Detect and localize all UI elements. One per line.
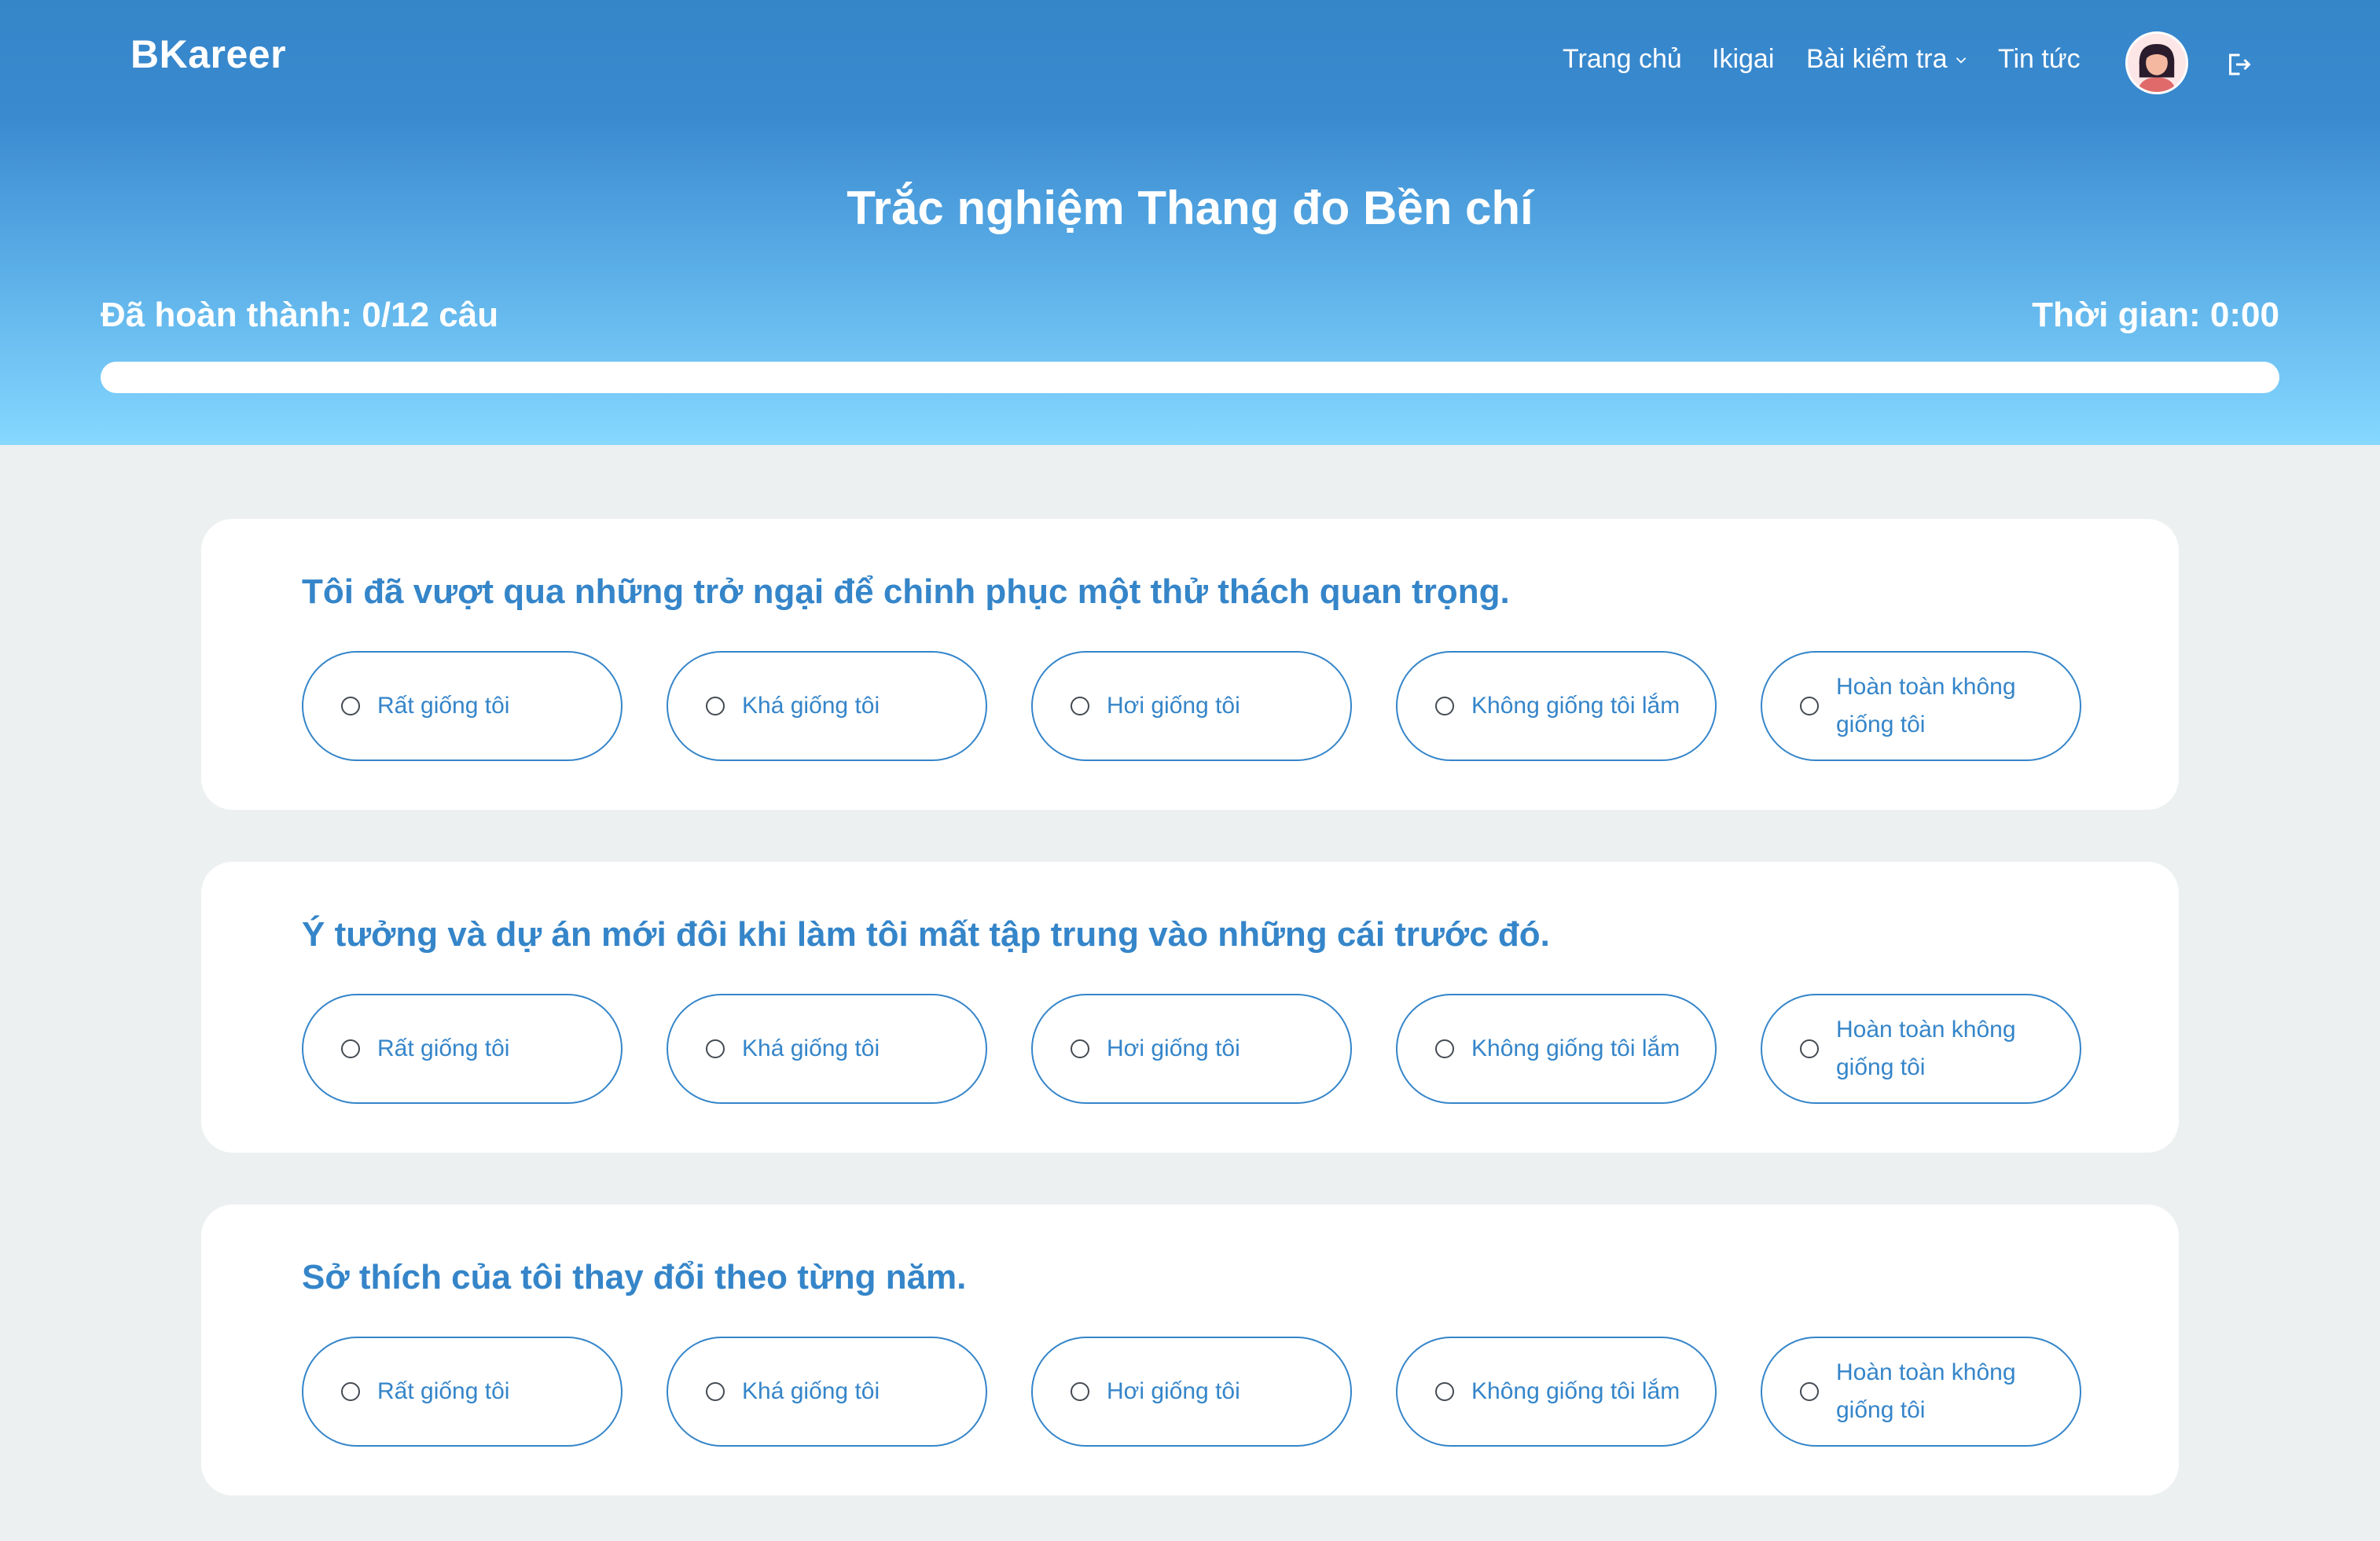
logout-icon[interactable] (2224, 50, 2253, 79)
radio-icon (706, 1382, 725, 1401)
nav-home-label: Trang chủ (1563, 44, 1682, 74)
question-text: Ý tưởng và dự án mới đôi khi làm tôi mất… (302, 915, 1550, 954)
radio-icon (1800, 1039, 1819, 1058)
option-label: Rất giống tôi (377, 693, 510, 719)
option-label: Khá giống tôi (742, 1035, 880, 1061)
question-card-1: Tôi đã vượt qua những trở ngại để chinh … (201, 519, 2179, 810)
radio-icon (341, 1382, 360, 1401)
nav-ikigai[interactable]: Ikigai (1712, 44, 1774, 75)
option-very-like-me[interactable]: Rất giống tôi (302, 651, 623, 761)
option-somewhat-like-me[interactable]: Hơi giống tôi (1031, 994, 1352, 1104)
question-card-3: Sở thích của tôi thay đổi theo từng năm.… (201, 1204, 2179, 1495)
radio-icon (706, 697, 725, 715)
option-label: Không giống tôi lắm (1471, 1035, 1680, 1061)
radio-icon (706, 1039, 725, 1058)
option-quite-like-me[interactable]: Khá giống tôi (667, 651, 987, 761)
radio-icon (1435, 1039, 1454, 1058)
hero-banner: BKareer Trang chủ Ikigai Bài kiểm tra Ti… (0, 0, 2380, 445)
option-not-much-like-me[interactable]: Không giống tôi lắm (1396, 1337, 1717, 1447)
radio-icon (1800, 1382, 1819, 1401)
option-label: Khá giống tôi (742, 1378, 880, 1404)
question-card-2: Ý tưởng và dự án mới đôi khi làm tôi mất… (201, 862, 2179, 1153)
nav-ikigai-label: Ikigai (1712, 44, 1775, 74)
option-not-like-me-at-all[interactable]: Hoàn toàn không giống tôi (1761, 1337, 2081, 1447)
timer: Thời gian: 0:00 (2032, 296, 2279, 334)
option-not-like-me-at-all[interactable]: Hoàn toàn không giống tôi (1761, 994, 2081, 1104)
radio-icon (341, 1039, 360, 1058)
option-label: Rất giống tôi (377, 1035, 510, 1061)
radio-icon (1435, 1382, 1454, 1401)
page-title: Trắc nghiệm Thang đo Bền chí (847, 182, 1533, 234)
option-very-like-me[interactable]: Rất giống tôi (302, 994, 623, 1104)
option-somewhat-like-me[interactable]: Hơi giống tôi (1031, 651, 1352, 761)
nav-tests-label: Bài kiểm tra (1806, 44, 1948, 74)
option-quite-like-me[interactable]: Khá giống tôi (667, 1337, 987, 1447)
avatar[interactable] (2125, 31, 2188, 94)
option-not-much-like-me[interactable]: Không giống tôi lắm (1396, 994, 1717, 1104)
user-avatar-icon (2128, 34, 2186, 92)
nav-home[interactable]: Trang chủ (1563, 44, 1682, 75)
progress-bar (101, 362, 2279, 393)
option-very-like-me[interactable]: Rất giống tôi (302, 1337, 623, 1447)
option-label: Không giống tôi lắm (1471, 1378, 1680, 1404)
logo[interactable]: BKareer (130, 31, 286, 77)
option-label: Hoàn toàn không giống tôi (1836, 674, 2016, 737)
radio-icon (1435, 697, 1454, 715)
option-somewhat-like-me[interactable]: Hơi giống tôi (1031, 1337, 1352, 1447)
option-label: Rất giống tôi (377, 1378, 510, 1404)
option-label: Hoàn toàn không giống tôi (1836, 1359, 2016, 1423)
radio-icon (341, 697, 360, 715)
question-text: Tôi đã vượt qua những trở ngại để chinh … (302, 572, 1510, 611)
chevron-down-icon (1956, 57, 1966, 64)
option-label: Hơi giống tôi (1107, 693, 1240, 719)
nav-news[interactable]: Tin tức (1998, 44, 2081, 75)
option-label: Hoàn toàn không giống tôi (1836, 1017, 2016, 1080)
nav-news-label: Tin tức (1998, 44, 2081, 74)
radio-icon (1071, 697, 1089, 715)
progress-label: Đã hoàn thành: 0/12 câu (101, 296, 499, 334)
option-not-like-me-at-all[interactable]: Hoàn toàn không giống tôi (1761, 651, 2081, 761)
option-label: Không giống tôi lắm (1471, 693, 1680, 719)
radio-icon (1800, 697, 1819, 715)
option-label: Hơi giống tôi (1107, 1378, 1240, 1404)
nav-tests-dropdown[interactable]: Bài kiểm tra (1806, 44, 1968, 75)
question-text: Sở thích của tôi thay đổi theo từng năm. (302, 1258, 967, 1296)
option-quite-like-me[interactable]: Khá giống tôi (667, 994, 987, 1104)
option-label: Khá giống tôi (742, 693, 880, 719)
option-label: Hơi giống tôi (1107, 1035, 1240, 1061)
radio-icon (1071, 1039, 1089, 1058)
radio-icon (1071, 1382, 1089, 1401)
option-not-much-like-me[interactable]: Không giống tôi lắm (1396, 651, 1717, 761)
